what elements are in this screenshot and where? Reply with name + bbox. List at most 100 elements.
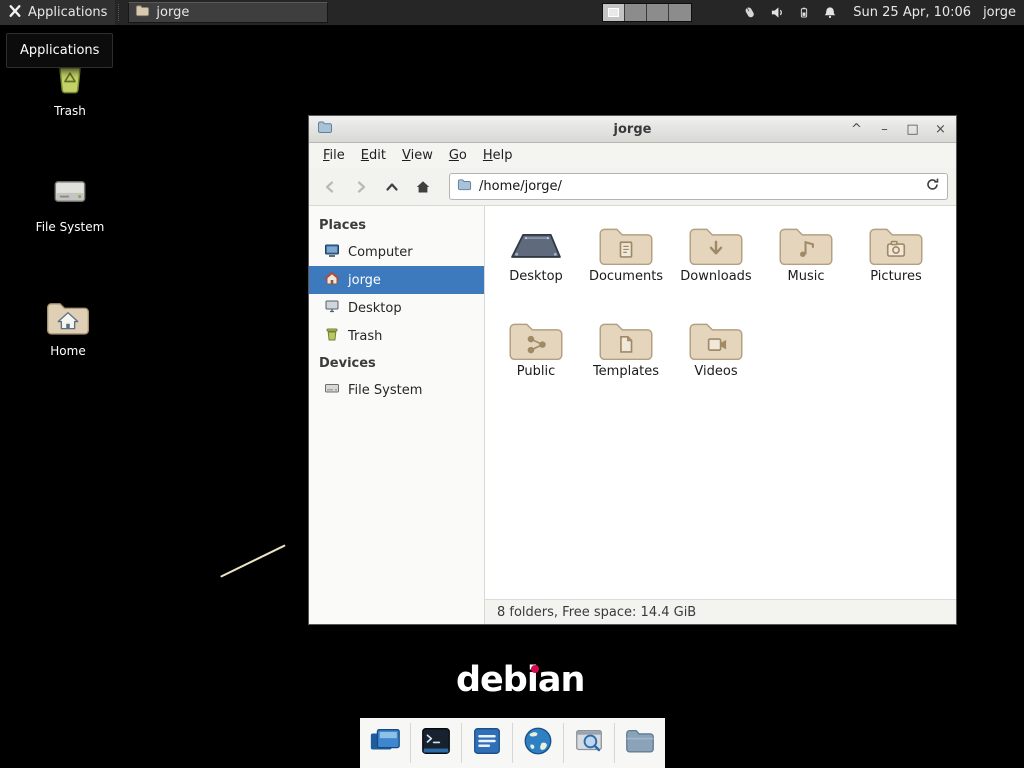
folder-music-icon <box>763 222 849 268</box>
folder-label: Public <box>493 364 579 379</box>
sidebar-item-label: Computer <box>348 245 413 260</box>
system-tray <box>742 5 837 20</box>
web-browser-launcher[interactable] <box>517 722 559 764</box>
folder-template-icon <box>583 317 669 363</box>
dock-separator <box>512 723 513 763</box>
workspace-4[interactable] <box>669 4 691 21</box>
folder-view: Desktop Documents <box>485 206 956 599</box>
titlebar[interactable]: jorge ^ – □ × <box>309 116 956 143</box>
desktop-icon-home[interactable]: Home <box>20 298 116 358</box>
sidebar: Places Computer jorge Desktop <box>309 206 485 624</box>
trash-icon <box>324 326 340 346</box>
home-button[interactable] <box>410 174 436 200</box>
sidebar-item-file-system[interactable]: File System <box>309 376 484 404</box>
magnifier-icon <box>572 724 606 762</box>
dock-panel <box>360 718 665 768</box>
menu-help[interactable]: Help <box>475 145 521 166</box>
folder-label: Videos <box>673 364 759 379</box>
folder-share-icon <box>493 317 579 363</box>
folder-camera-icon <box>853 222 939 268</box>
workspace-switcher[interactable] <box>602 3 692 22</box>
terminal-launcher[interactable] <box>415 722 457 764</box>
folder-video-icon <box>673 317 759 363</box>
menu-go[interactable]: Go <box>441 145 475 166</box>
sidebar-item-desktop[interactable]: Desktop <box>309 294 484 322</box>
home-folder-icon <box>45 327 91 341</box>
debian-logo: debian <box>456 660 584 700</box>
terminal-icon <box>419 724 453 762</box>
back-button[interactable] <box>317 174 343 200</box>
desktop-icon-label: Home <box>20 344 116 358</box>
window-controls: ^ – □ × <box>849 117 948 142</box>
debian-red-dot <box>531 665 539 673</box>
folder-icon <box>623 724 657 762</box>
location-folder-icon <box>457 177 472 196</box>
desktop-icon-file-system[interactable]: File System <box>22 170 118 234</box>
application-finder-launcher[interactable] <box>568 722 610 764</box>
folder-item-documents[interactable]: Documents <box>583 218 669 313</box>
folder-label: Desktop <box>493 269 579 284</box>
taskbar-item-jorge[interactable]: jorge <box>128 2 328 23</box>
folder-item-templates[interactable]: Templates <box>583 313 669 408</box>
mouse-icon[interactable] <box>742 5 757 20</box>
forward-button[interactable] <box>348 174 374 200</box>
statusbar-text: 8 folders, Free space: 14.4 GiB <box>497 605 696 620</box>
statusbar: 8 folders, Free space: 14.4 GiB <box>485 599 956 624</box>
globe-icon <box>521 724 555 762</box>
show-desktop-launcher[interactable] <box>364 722 406 764</box>
folder-item-pictures[interactable]: Pictures <box>853 218 939 313</box>
workspace-3[interactable] <box>647 4 669 21</box>
maximize-button[interactable]: □ <box>905 117 920 142</box>
folder-item-desktop[interactable]: Desktop <box>493 218 579 313</box>
minimize-button[interactable]: – <box>877 117 892 142</box>
desktop-stroke-artifact <box>220 544 286 578</box>
sidebar-item-label: File System <box>348 383 422 398</box>
folder-label: Downloads <box>673 269 759 284</box>
menubar: File Edit View Go Help <box>309 143 956 168</box>
folder-item-videos[interactable]: Videos <box>673 313 759 408</box>
path-bar[interactable] <box>449 173 948 200</box>
up-button[interactable] <box>379 174 405 200</box>
dock-separator <box>563 723 564 763</box>
menu-file[interactable]: File <box>315 145 353 166</box>
folder-item-music[interactable]: Music <box>763 218 849 313</box>
folder-item-downloads[interactable]: Downloads <box>673 218 759 313</box>
sidebar-item-computer[interactable]: Computer <box>309 238 484 266</box>
workspace-1[interactable] <box>603 4 625 21</box>
drive-icon <box>324 380 340 400</box>
reload-icon[interactable] <box>925 177 940 196</box>
desk-icon <box>493 222 579 268</box>
file-manager-launcher[interactable] <box>619 722 661 764</box>
file-manager-window: jorge ^ – □ × File Edit View Go Help <box>308 115 957 625</box>
toolbar <box>309 168 956 206</box>
desktop-icon-label: File System <box>22 220 118 234</box>
applications-menu-button[interactable]: Applications <box>0 0 115 25</box>
close-button[interactable]: × <box>933 117 948 142</box>
folder-label: Templates <box>583 364 669 379</box>
menu-edit[interactable]: Edit <box>353 145 394 166</box>
folder-document-icon <box>583 222 669 268</box>
notification-bell-icon[interactable] <box>823 5 837 20</box>
dock-separator <box>410 723 411 763</box>
battery-icon[interactable] <box>798 5 810 20</box>
folder-icon <box>135 3 150 22</box>
sidebar-item-jorge[interactable]: jorge <box>309 266 484 294</box>
sidebar-item-trash[interactable]: Trash <box>309 322 484 350</box>
places-header: Places <box>309 212 484 238</box>
volume-icon[interactable] <box>770 5 785 20</box>
sidebar-item-label: jorge <box>348 273 381 288</box>
shade-button[interactable]: ^ <box>849 117 864 142</box>
clock[interactable]: Sun 25 Apr, 10:06 <box>853 5 971 20</box>
workspace-2[interactable] <box>625 4 647 21</box>
menu-view[interactable]: View <box>394 145 441 166</box>
folder-item-public[interactable]: Public <box>493 313 579 408</box>
window-body: Places Computer jorge Desktop <box>309 206 956 624</box>
panel-username[interactable]: jorge <box>983 5 1016 20</box>
text-editor-launcher[interactable] <box>466 722 508 764</box>
computer-icon <box>324 242 340 262</box>
path-input[interactable] <box>479 179 918 194</box>
home-icon <box>324 270 340 290</box>
sidebar-item-label: Trash <box>348 329 382 344</box>
folder-label: Documents <box>583 269 669 284</box>
tooltip-text: Applications <box>20 43 99 58</box>
